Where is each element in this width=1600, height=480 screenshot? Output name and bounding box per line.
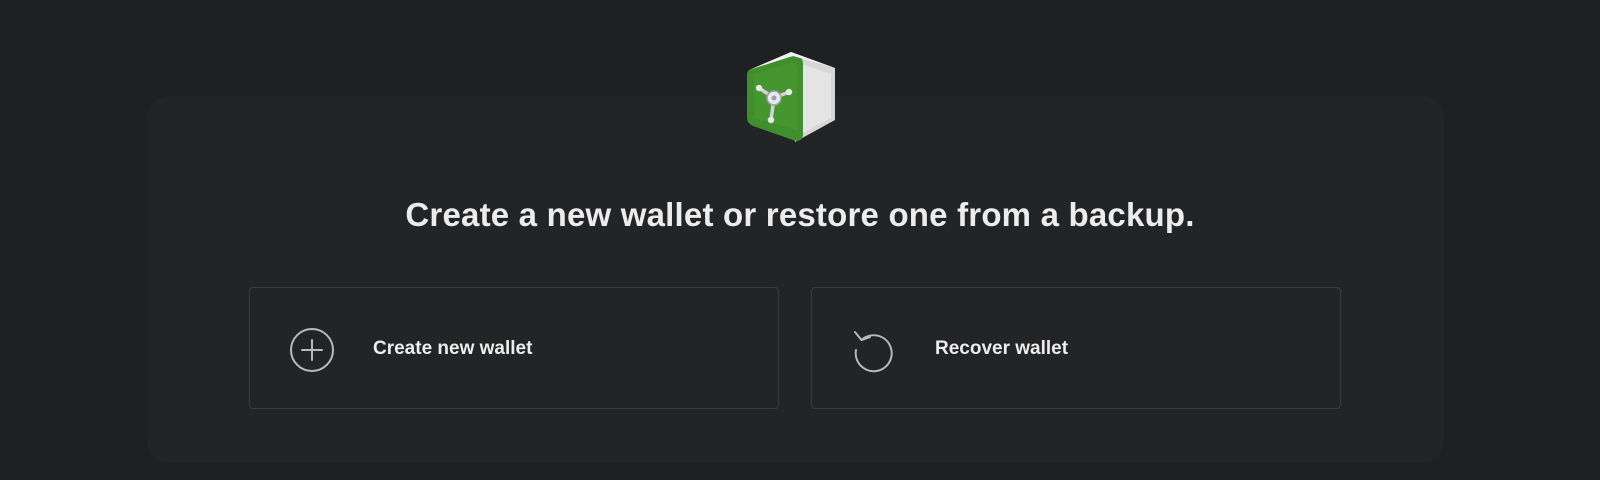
create-new-wallet-label: Create new wallet	[373, 338, 533, 359]
vault-cube-logo-icon	[747, 52, 835, 142]
recover-wallet-label: Recover wallet	[935, 338, 1069, 359]
recover-wallet-button[interactable]: Recover wallet	[811, 287, 1341, 409]
welcome-screen: Create a new wallet or restore one from …	[0, 0, 1600, 480]
page-title: Create a new wallet or restore one from …	[405, 196, 1195, 233]
plus-circle-icon	[290, 328, 334, 372]
create-new-wallet-button[interactable]: Create new wallet	[249, 287, 779, 409]
rotate-ccw-icon	[854, 331, 893, 373]
